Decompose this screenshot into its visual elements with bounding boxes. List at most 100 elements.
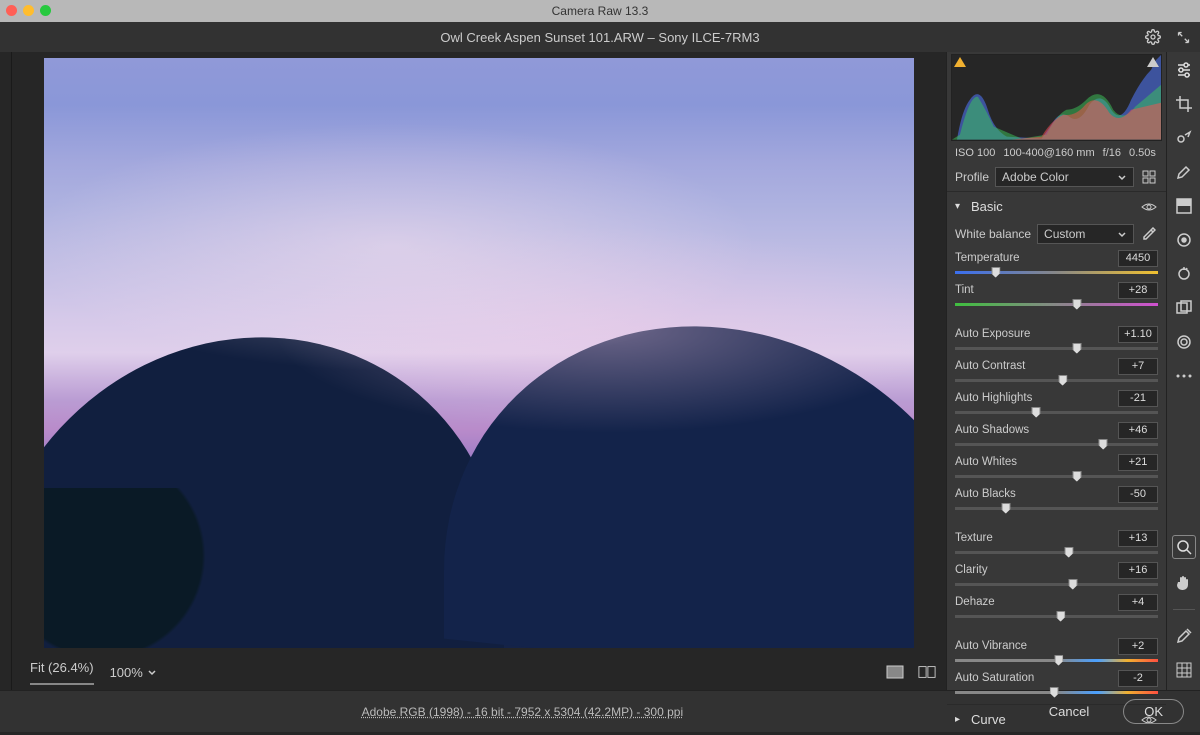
file-header: Owl Creek Aspen Sunset 101.ARW – Sony IL… [0,22,1200,52]
foreground-tree [44,488,234,648]
section-visibility-icon[interactable] [1140,198,1158,216]
chevron-down-icon: ▾ [955,201,965,212]
window-titlebar: Camera Raw 13.3 [0,0,1200,22]
highlight-clip-warning-icon[interactable] [1147,57,1159,67]
tint-label: Tint [955,284,974,296]
dehaze-value[interactable]: +4 [1118,594,1158,611]
curve-section-title: Curve [971,712,1006,727]
shadows-value[interactable]: +46 [1118,422,1158,439]
hill-left [44,320,504,648]
profile-value: Adobe Color [1002,170,1069,184]
shadows-slider[interactable]: Auto Shadows +46 [955,422,1158,448]
highlights-slider[interactable]: Auto Highlights -21 [955,390,1158,416]
contrast-value[interactable]: +7 [1118,358,1158,375]
canvas-footer: Fit (26.4%) 100% [12,654,946,690]
fullscreen-icon[interactable] [1174,28,1192,46]
file-title: Owl Creek Aspen Sunset 101.ARW – Sony IL… [440,30,759,45]
filmstrip-collapse[interactable] [0,52,12,690]
document-info-link[interactable]: Adobe RGB (1998) - 16 bit - 7952 x 5304 … [362,705,684,719]
exif-metadata: ISO 100 100-400@160 mm f/16 0.50s [947,143,1166,163]
valley [279,478,679,648]
shadows-label: Auto Shadows [955,424,1029,436]
exif-aperture: f/16 [1103,147,1121,159]
hill-right [444,299,914,648]
white-balance-eyedropper-icon[interactable] [1140,225,1158,243]
clarity-label: Clarity [955,564,988,576]
tint-value[interactable]: +28 [1118,282,1158,299]
exif-lens: 100-400@160 mm [1003,147,1094,159]
dehaze-label: Dehaze [955,596,995,608]
presets-icon[interactable] [1174,332,1194,352]
histogram[interactable] [951,54,1162,141]
highlights-value[interactable]: -21 [1118,390,1158,407]
highlights-label: Auto Highlights [955,392,1032,404]
window-title: Camera Raw 13.3 [552,4,649,18]
ok-button[interactable]: OK [1123,699,1184,724]
exposure-value[interactable]: +1.10 [1118,326,1158,343]
texture-slider[interactable]: Texture +13 [955,530,1158,556]
radial-filter-icon[interactable] [1174,230,1194,250]
basic-section-title: Basic [971,199,1003,214]
blacks-value[interactable]: -50 [1118,486,1158,503]
before-after-split-icon[interactable] [918,663,936,681]
whites-slider[interactable]: Auto Whites +21 [955,454,1158,480]
contrast-label: Auto Contrast [955,360,1025,372]
dehaze-slider[interactable]: Dehaze +4 [955,594,1158,620]
white-balance-value: Custom [1044,227,1085,241]
more-options-icon[interactable] [1174,366,1194,386]
exif-shutter: 0.50s [1129,147,1156,159]
snapshots-icon[interactable] [1174,298,1194,318]
graduated-filter-icon[interactable] [1174,196,1194,216]
clarity-slider[interactable]: Clarity +16 [955,562,1158,588]
exposure-label: Auto Exposure [955,328,1030,340]
cancel-button[interactable]: Cancel [1029,700,1109,723]
whites-label: Auto Whites [955,456,1017,468]
tool-rail [1166,52,1200,690]
window-traffic-lights[interactable] [6,5,51,16]
white-balance-label: White balance [955,227,1031,241]
color-sampler-icon[interactable] [1174,626,1194,646]
edit-sliders-tool-icon[interactable] [1174,60,1194,80]
before-after-single-icon[interactable] [886,663,904,681]
whites-value[interactable]: +21 [1118,454,1158,471]
tint-slider[interactable]: Tint +28 [955,282,1158,308]
photo-preview[interactable] [44,58,914,648]
texture-label: Texture [955,532,993,544]
zoom-level-select[interactable]: 100% [110,665,157,680]
zoom-tool-icon[interactable] [1172,535,1196,559]
settings-gear-icon[interactable] [1144,28,1162,46]
blacks-label: Auto Blacks [955,488,1016,500]
grid-overlay-icon[interactable] [1174,660,1194,680]
vibrance-label: Auto Vibrance [955,640,1027,652]
edit-panel: ISO 100 100-400@160 mm f/16 0.50s Profil… [946,52,1166,690]
maximize-window-button[interactable] [40,5,51,16]
shadow-clip-warning-icon[interactable] [954,57,966,67]
vibrance-slider[interactable]: Auto Vibrance +2 [955,638,1158,664]
profile-browser-icon[interactable] [1140,168,1158,186]
clarity-value[interactable]: +16 [1118,562,1158,579]
saturation-slider[interactable]: Auto Saturation-2 [955,670,1158,696]
minimize-window-button[interactable] [23,5,34,16]
texture-value[interactable]: +13 [1118,530,1158,547]
vibrance-value[interactable]: +2 [1118,638,1158,655]
basic-section-header[interactable]: ▾ Basic [947,192,1166,222]
white-balance-select[interactable]: Custom [1037,224,1134,244]
redeye-tool-icon[interactable] [1174,264,1194,284]
hand-tool-icon[interactable] [1174,573,1194,593]
temperature-slider[interactable]: Temperature4450 [955,250,1158,276]
blacks-slider[interactable]: Auto Blacks -50 [955,486,1158,512]
mountain-peaks [299,468,659,528]
saturation-value[interactable]: -2 [1118,670,1158,687]
profile-select[interactable]: Adobe Color [995,167,1134,187]
exif-iso: ISO 100 [955,147,995,159]
spot-removal-tool-icon[interactable] [1174,128,1194,148]
local-adjust-brush-icon[interactable] [1174,162,1194,182]
temperature-value[interactable]: 4450 [1118,250,1158,267]
exposure-slider[interactable]: Auto Exposure +1.10 [955,326,1158,352]
contrast-slider[interactable]: Auto Contrast +7 [955,358,1158,384]
zoom-fit-label[interactable]: Fit (26.4%) [30,660,94,685]
profile-label: Profile [955,170,989,184]
crop-tool-icon[interactable] [1174,94,1194,114]
zoom-level-value: 100% [110,665,143,680]
close-window-button[interactable] [6,5,17,16]
